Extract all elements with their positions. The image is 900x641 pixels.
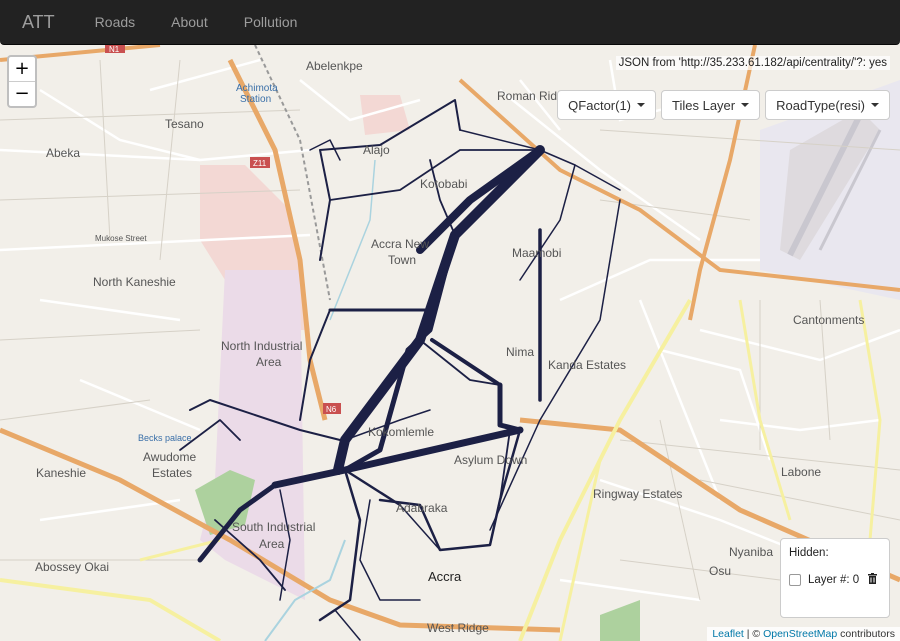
- label-nima: Nima: [506, 345, 534, 359]
- label-z11: Z11: [253, 159, 267, 168]
- label-maamobi: Maamobi: [512, 246, 561, 260]
- label-labone: Labone: [781, 465, 821, 479]
- label-kotobabi: Kotobabi: [420, 177, 467, 191]
- trash-icon[interactable]: [868, 573, 878, 587]
- hidden-layer-row: Layer #: 0: [789, 573, 881, 587]
- json-source-text: JSON from 'http://35.233.61.182/api/cent…: [615, 56, 890, 70]
- roadtype-dropdown[interactable]: RoadType(resi): [765, 90, 890, 120]
- hidden-panel-title: Hidden:: [789, 547, 829, 559]
- brand-logo[interactable]: ATT: [0, 12, 77, 33]
- label-kokomlemle: Kokomlemle: [368, 425, 434, 439]
- chevron-down-icon: [871, 103, 879, 107]
- label-alajo: Alajo: [363, 143, 390, 157]
- label-area-north: Area: [256, 355, 282, 369]
- top-navbar: ATT Roads About Pollution: [0, 0, 900, 45]
- label-west-ridge: West Ridge: [427, 621, 489, 635]
- label-nyaniba: Nyaniba: [729, 545, 773, 559]
- label-station: Station: [240, 94, 271, 105]
- attribution-separator: | ©: [743, 628, 764, 640]
- zoom-in-button[interactable]: +: [9, 57, 35, 82]
- roadtype-label: RoadType(resi): [776, 97, 865, 113]
- layer-checkbox[interactable]: [789, 574, 801, 586]
- hidden-layers-panel: Hidden: Layer #: 0: [780, 538, 890, 618]
- label-mukose: Mukose Street: [95, 234, 147, 243]
- zoom-control: + −: [7, 55, 37, 108]
- label-area-south: Area: [259, 537, 285, 551]
- label-achimota: Achimota: [236, 83, 278, 94]
- chevron-down-icon: [637, 103, 646, 107]
- tiles-layer-label: Tiles Layer: [672, 97, 736, 113]
- label-n1: N1: [109, 45, 120, 54]
- leaflet-link[interactable]: Leaflet: [712, 628, 744, 640]
- label-abelenkpe: Abelenkpe: [306, 59, 363, 73]
- layer-label: Layer #: 0: [808, 574, 860, 586]
- label-adabraka: Adabraka: [396, 501, 448, 515]
- map-attribution: Leaflet | © OpenStreetMap contributors: [707, 627, 900, 641]
- nav-roads[interactable]: Roads: [77, 14, 153, 30]
- chevron-down-icon: [741, 103, 750, 107]
- qfactor-label: QFactor(1): [568, 97, 632, 113]
- label-abeka: Abeka: [46, 146, 80, 160]
- label-accra: Accra: [428, 569, 462, 584]
- label-tesano: Tesano: [165, 117, 204, 131]
- label-cantonments: Cantonments: [793, 313, 864, 327]
- label-south-industrial: South Industrial: [232, 520, 315, 534]
- label-becks: Becks palace: [138, 433, 192, 443]
- label-estates: Estates: [152, 466, 192, 480]
- map-canvas[interactable]: N1 Z11 N6 Abelenkpe Roman Ridge Achimota…: [0, 45, 900, 641]
- label-north-industrial: North Industrial: [221, 339, 302, 353]
- nav-pollution[interactable]: Pollution: [226, 14, 316, 30]
- label-kaneshie: Kaneshie: [36, 466, 86, 480]
- label-north-kaneshie: North Kaneshie: [93, 275, 176, 289]
- label-awudome: Awudome: [143, 450, 196, 464]
- osm-link[interactable]: OpenStreetMap: [763, 628, 837, 640]
- label-town: Town: [388, 253, 416, 267]
- label-osu: Osu: [709, 564, 731, 578]
- label-abossey: Abossey Okai: [35, 560, 109, 574]
- label-kanda: Kanda Estates: [548, 358, 626, 372]
- tiles-layer-dropdown[interactable]: Tiles Layer: [661, 90, 761, 120]
- qfactor-dropdown[interactable]: QFactor(1): [557, 90, 657, 120]
- label-ringway: Ringway Estates: [593, 487, 682, 501]
- label-asylum: Asylum Down: [454, 453, 527, 467]
- map-svg: N1 Z11 N6 Abelenkpe Roman Ridge Achimota…: [0, 45, 900, 641]
- attribution-suffix: contributors: [837, 628, 895, 640]
- label-accra-new: Accra New: [371, 237, 429, 251]
- layer-controls: QFactor(1) Tiles Layer RoadType(resi): [557, 90, 890, 120]
- nav-about[interactable]: About: [153, 14, 226, 30]
- zoom-out-button[interactable]: −: [9, 82, 35, 106]
- label-n6: N6: [326, 405, 337, 414]
